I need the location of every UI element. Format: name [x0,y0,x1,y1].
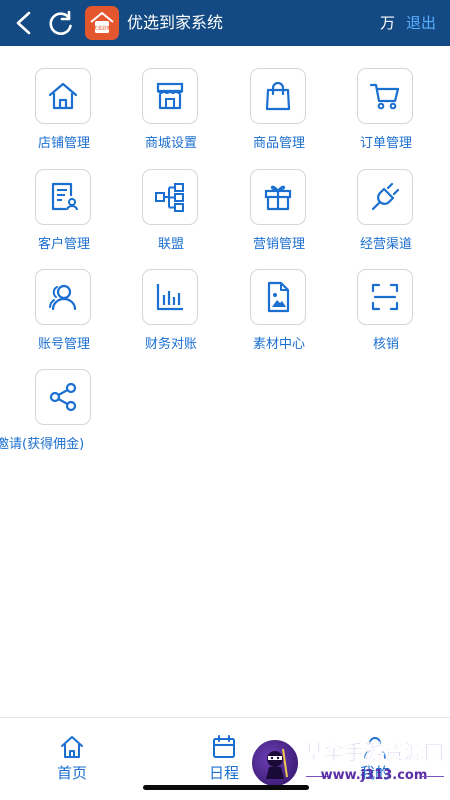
menu-item-label: 订单管理 [359,136,412,151]
user-name: 万 [380,14,396,32]
scan-icon [371,283,399,311]
menu-icon-box [35,68,91,124]
menu-icon-box [357,68,413,124]
app-title: 优选到家系统 [127,13,224,32]
menu-item-channels[interactable]: 经营渠道 [332,169,440,265]
menu-item-label: 核销 [372,337,399,352]
home-indicator [143,785,309,790]
menu-item-customers[interactable]: 客户管理 [10,169,118,265]
menu-item-marketing[interactable]: 营销管理 [225,169,333,265]
gift-icon [264,185,292,211]
refresh-icon [49,10,72,35]
menu-item-label: 邀请(获得佣金) [0,437,85,452]
menu-icon-box [357,169,413,225]
top-bar: 优选到家 优选到家系统 万 退出 [0,0,450,46]
menu-item-store[interactable]: 店铺管理 [10,68,118,164]
menu-item-invite[interactable]: 邀请(获得佣金) [0,369,118,465]
cart-icon [369,83,400,110]
menu-icon-box [35,169,91,225]
users-icon [49,284,77,311]
calendar-icon [213,735,235,758]
back-arrow-icon [16,11,31,35]
logout-link[interactable]: 退出 [406,13,436,33]
menu-icon-box [250,68,306,124]
share-icon [49,382,77,412]
menu-item-materials[interactable]: 素材中心 [225,269,333,365]
watermark-badge [250,738,300,788]
menu-icon-box [35,269,91,325]
nav-label-home: 首页 [56,764,87,782]
menu-icon-box [142,269,198,325]
menu-icon-box [250,169,306,225]
ninja-icon [266,748,288,779]
home-icon [48,82,78,110]
plug-icon [371,182,400,211]
house-logo-icon: 优选到家 [90,12,114,33]
nav-item-home[interactable]: 首页 [32,734,112,784]
watermark-title: 基伞手游资源网 [304,740,445,765]
watermark-rule-right [422,776,444,777]
storefront-icon [156,82,184,110]
menu-icon-box [142,169,198,225]
menu-item-orders[interactable]: 订单管理 [332,68,440,164]
menu-icon-box [357,269,413,325]
shopping-bag-icon [265,81,291,111]
menu-item-accounts[interactable]: 账号管理 [10,269,118,365]
app-logo: 优选到家 [85,6,119,40]
menu-item-products[interactable]: 商品管理 [225,68,333,164]
menu-icon-box [35,369,91,425]
menu-item-verify[interactable]: 核销 [332,269,440,365]
customer-doc-icon [51,182,78,211]
menu-icon-box [142,68,198,124]
menu-item-alliance[interactable]: 联盟 [117,169,225,265]
refresh-button[interactable] [44,6,78,40]
bar-chart-icon [156,284,183,311]
menu-item-label: 经营渠道 [359,237,412,252]
menu-item-finance[interactable]: 财务对账 [117,269,225,365]
menu-icon-box [250,269,306,325]
alliance-network-icon [155,183,184,212]
back-button[interactable] [8,6,40,40]
home-outline-icon [61,736,83,758]
image-file-icon [267,281,290,313]
logo-text: 优选到家 [93,25,112,32]
menu-item-mall-settings[interactable]: 商城设置 [117,68,225,164]
